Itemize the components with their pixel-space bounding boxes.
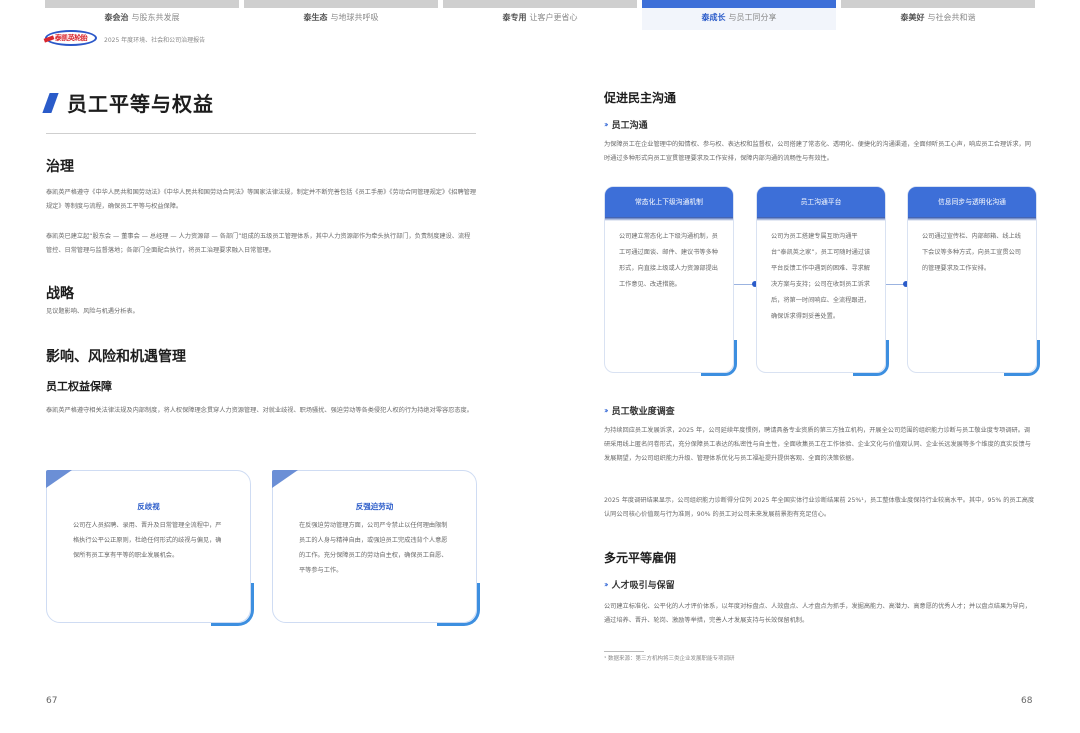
rights-paragraph: 泰凯英严格遵守相关法律法规及内部制度，将人权保障理念贯穿人力资源管理、对就业歧视… bbox=[46, 407, 473, 414]
flow-card-body: 公司通过宣传栏、内部邮箱、线上线下会议等多种方式，向员工宣贯公司的管理要求及工作… bbox=[922, 233, 1021, 272]
tab-ecology[interactable]: 泰生态 与地球共呼吸 bbox=[244, 0, 438, 30]
tab-governance[interactable]: 泰会治 与股东共发展 bbox=[45, 0, 239, 30]
card-title: 反强迫劳动 bbox=[355, 502, 394, 511]
flow-card-body: 公司为员工搭建专属互助沟通平台“泰凯英之家”，员工可随时通过该平台反馈工作中遇到… bbox=[771, 233, 871, 320]
card-title: 反歧视 bbox=[137, 502, 160, 511]
employee-communication-subheading: ›› 员工沟通 bbox=[604, 118, 648, 131]
tab-label: 与地球共呼吸 bbox=[330, 13, 379, 22]
talent-paragraph: 公司建立标准化、公平化的人才评价体系，以年度对标盘点、人效盘点、人才盘点为抓手，… bbox=[604, 603, 1031, 624]
flow-card-title: 常态化上下级沟通机制 bbox=[605, 187, 733, 221]
corner-accent bbox=[701, 340, 737, 376]
tab-customer[interactable]: 泰专用 让客户更省心 bbox=[443, 0, 637, 30]
diverse-hiring-heading: 多元平等雇佣 bbox=[604, 551, 677, 565]
footnote-divider bbox=[604, 651, 644, 652]
double-arrow-icon: ›› bbox=[604, 580, 608, 589]
section-tab-bar: 泰会治 与股东共发展 泰生态 与地球共呼吸 泰专用 让客户更省心 泰成长 与员工同分享 … bbox=[45, 0, 1035, 30]
corner-accent bbox=[1004, 340, 1040, 376]
double-arrow-icon: ›› bbox=[604, 406, 608, 415]
report-name: 2025 年度环境、社会和公司治理报告 bbox=[104, 37, 206, 44]
page-title: 员工平等与权益 bbox=[67, 92, 214, 116]
card-body: 在反强迫劳动管理方面，公司严令禁止以任何理由限制员工的人身与精神自由，或强迫员工… bbox=[299, 522, 448, 574]
flow-card-transparency: 信息同步与透明化沟通 公司通过宣传栏、内部邮箱、线上线下会议等多种方式，向员工宣… bbox=[907, 186, 1040, 376]
strategy-paragraph: 见议题影响、风险与机遇分析表。 bbox=[46, 308, 139, 315]
engagement-survey-subheading: ›› 员工敬业度调查 bbox=[604, 404, 675, 417]
flow-card-title: 信息同步与透明化沟通 bbox=[908, 187, 1036, 221]
title-slash-icon bbox=[42, 92, 59, 113]
tab-label-bold: 泰会治 bbox=[104, 13, 129, 22]
tab-label-bold: 泰美好 bbox=[900, 13, 925, 22]
tab-society[interactable]: 泰美好 与社会共和谐 bbox=[841, 0, 1035, 30]
tab-label: 让客户更省心 bbox=[529, 13, 578, 22]
governance-paragraph-1: 泰凯英严格遵守《中华人民共和国劳动法》《中华人民共和国劳动合同法》等国家法律法规… bbox=[46, 189, 477, 210]
page-number-left: 67 bbox=[46, 696, 58, 706]
page-number-right: 68 bbox=[1021, 696, 1033, 706]
governance-heading: 治理 bbox=[46, 159, 74, 175]
tab-label: 与员工同分享 bbox=[728, 13, 777, 22]
tab-label: 与社会共和谐 bbox=[927, 13, 976, 22]
company-logo: 泰凯英轮胎 bbox=[45, 30, 97, 46]
tab-growth[interactable]: 泰成长 与员工同分享 bbox=[642, 0, 836, 30]
subheading-label: 员工沟通 bbox=[611, 121, 648, 131]
subheading-label: 人才吸引与保留 bbox=[611, 581, 675, 591]
flow-card-supervisor: 常态化上下级沟通机制 公司建立常态化上下级沟通机制，员工可通过面谈、邮件、建议书… bbox=[604, 186, 737, 376]
title-divider bbox=[46, 133, 476, 134]
survey-paragraph-2: 2025 年度调研结果显示，公司组织能力诊断得分位列 2025 年全国实体行业诊… bbox=[604, 497, 1035, 518]
survey-paragraph-1: 为持续回应员工发展诉求，2025 年，公司延续年度惯例，聘请具备专业资质的第三方… bbox=[604, 427, 1031, 462]
double-arrow-icon: ›› bbox=[604, 120, 608, 129]
flow-card-body: 公司建立常态化上下级沟通机制，员工可通过面谈、邮件、建议书等多种形式，向直接上级… bbox=[619, 233, 718, 288]
subheading-label: 员工敬业度调查 bbox=[611, 407, 675, 417]
talent-attraction-subheading: ›› 人才吸引与保留 bbox=[604, 578, 675, 591]
tab-label-bold: 泰生态 bbox=[303, 13, 328, 22]
democratic-communication-heading: 促进民主沟通 bbox=[604, 91, 677, 105]
tab-label-bold: 泰成长 bbox=[701, 13, 726, 22]
tab-label: 与股东共发展 bbox=[131, 13, 180, 22]
logo-text: 泰凯英轮胎 bbox=[54, 34, 88, 42]
page-title-row: 员工平等与权益 bbox=[42, 88, 214, 117]
strategy-heading: 战略 bbox=[46, 286, 74, 302]
governance-paragraph-2: 泰凯英已建立起“股东会 — 董事会 — 总经理 — 人力资源部 — 各部门”组成… bbox=[46, 233, 471, 254]
impact-heading: 影响、风险和机遇管理 bbox=[46, 349, 186, 365]
footnote: ¹ 数据来源：第三方机构将三类企业发展职能专项调研 bbox=[604, 656, 735, 662]
flow-card-title: 员工沟通平台 bbox=[757, 187, 885, 221]
flow-card-platform: 员工沟通平台 公司为员工搭建专属互助沟通平台“泰凯英之家”，员工可随时通过该平台… bbox=[756, 186, 889, 376]
communication-paragraph: 为保障员工在企业管理中的知情权、参与权、表达权和监督权，公司搭建了常态化、透明化… bbox=[604, 141, 1031, 162]
tab-label-bold: 泰专用 bbox=[502, 13, 527, 22]
corner-accent bbox=[853, 340, 889, 376]
anti-discrimination-card: 反歧视 公司在人员招聘、录用、晋升及日常管理全流程中，严格执行公平公正原则，杜绝… bbox=[46, 470, 254, 626]
anti-forced-labor-card: 反强迫劳动 在反强迫劳动管理方面，公司严令禁止以任何理由限制员工的人身与精神自由… bbox=[272, 470, 480, 626]
rights-subheading: 员工权益保障 bbox=[46, 380, 112, 393]
card-body: 公司在人员招聘、录用、晋升及日常管理全流程中，严格执行公平公正原则，杜绝任何形式… bbox=[73, 522, 222, 559]
